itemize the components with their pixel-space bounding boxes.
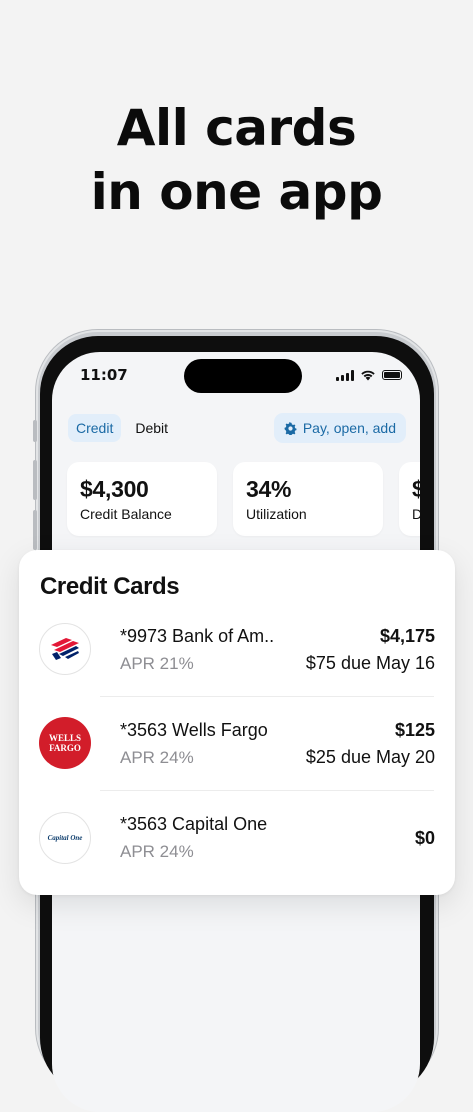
stat-due[interactable]: $ Du [399,462,420,536]
tab-debit[interactable]: Debit [127,414,176,442]
battery-icon [382,370,402,380]
capital-one-logo: Capital One [39,812,91,864]
card-apr: APR 24% [120,748,194,767]
stat-label: Du [412,506,420,522]
summary-stats: $4,300 Credit Balance 34% Utilization $ … [67,462,420,536]
dynamic-island [184,359,302,393]
divider [100,790,434,791]
card-apr: APR 24% [120,842,194,861]
wells-fargo-logo: WELLS FARGO [39,717,91,769]
stat-label: Utilization [246,506,307,522]
headline-line-2: in one app [90,163,383,221]
stat-value: 34% [246,476,292,502]
pay-open-add-label: Pay, open, add [302,420,396,436]
credit-card-row[interactable]: Capital One *3563 Capital One APR 24% $0 [39,810,435,904]
stat-value: $4,300 [80,476,149,502]
card-name: *3563 Capital One [120,814,268,834]
gear-icon [284,421,297,435]
phone-volume-up-button [33,460,37,500]
wells-fargo-logo-text: WELLS FARGO [48,733,81,753]
divider [100,696,434,697]
stat-label: Credit Balance [80,506,172,522]
card-balance: $0 [414,828,435,848]
phone-side-button [33,420,37,442]
stat-utilization[interactable]: 34% Utilization [233,462,383,536]
card-balance: $4,175 [379,626,435,646]
phone-volume-down-button [33,510,37,550]
headline: All cards in one app [0,96,473,224]
stat-value: $ [412,476,420,502]
pay-open-add-button[interactable]: Pay, open, add [273,413,406,443]
status-icons [336,369,402,381]
card-due: $75 due May 16 [305,653,435,673]
signal-icon [336,369,354,381]
credit-cards-panel: Credit Cards *9973 Bank of Am.. APR 21% … [19,550,455,895]
card-name: *9973 Bank of Am.. [120,626,275,646]
headline-line-1: All cards [116,99,357,157]
capital-one-logo-text: Capital One [47,834,83,842]
stat-credit-balance[interactable]: $4,300 Credit Balance [67,462,217,536]
card-due: $25 due May 20 [305,747,435,767]
card-name: *3563 Wells Fargo [120,720,268,740]
card-apr: APR 21% [120,654,194,673]
bank-of-america-flag-icon [51,638,79,660]
credit-card-row[interactable]: *9973 Bank of Am.. APR 21% $4,175 $75 du… [39,620,435,714]
bank-of-america-logo [39,623,91,675]
panel-title: Credit Cards [40,573,180,600]
credit-card-row[interactable]: WELLS FARGO *3563 Wells Fargo APR 24% $1… [39,715,435,809]
tab-credit[interactable]: Credit [68,414,122,442]
account-type-tabs: Credit Debit [68,414,176,442]
status-time: 11:07 [80,366,128,384]
card-balance: $125 [394,720,435,740]
wifi-icon [361,370,375,381]
